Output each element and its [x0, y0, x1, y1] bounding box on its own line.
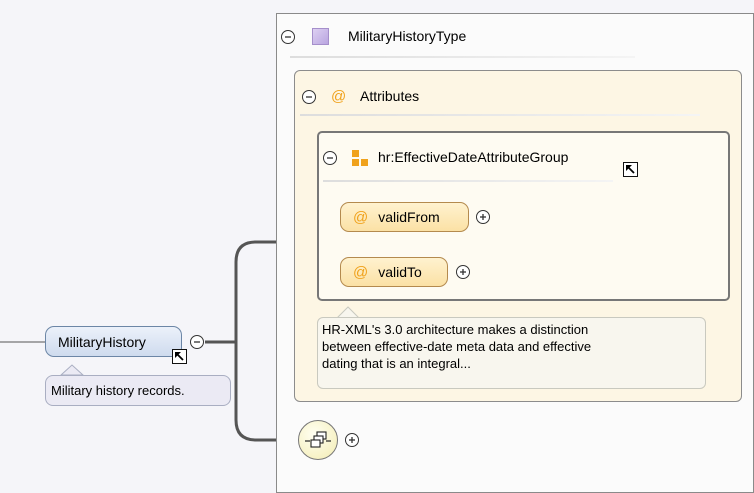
attribute-group-separator — [323, 180, 613, 182]
collapse-element-button[interactable] — [190, 335, 204, 349]
sequence-compositor[interactable] — [298, 420, 338, 460]
plus-icon — [349, 437, 355, 443]
expand-sequence-button[interactable] — [345, 433, 359, 447]
minus-icon — [327, 157, 333, 159]
root-element-name: MilitaryHistory — [58, 333, 146, 350]
collapse-attributes-button[interactable] — [302, 90, 316, 104]
attribute-name: validFrom — [378, 209, 440, 225]
root-element-military-history[interactable]: MilitaryHistory — [45, 326, 182, 357]
link-arrow-icon[interactable] — [172, 349, 187, 364]
minus-icon — [194, 341, 200, 343]
at-sign-icon: @ — [331, 88, 347, 105]
attribute-validto[interactable]: @ validTo — [340, 257, 448, 287]
collapse-attribute-group-button[interactable] — [323, 151, 337, 165]
attribute-name: validTo — [378, 264, 422, 280]
attribute-group-icon — [352, 150, 368, 166]
type-title-separator — [290, 56, 635, 58]
root-element-annotation: Military history records. — [45, 375, 231, 406]
attribute-group-name: hr:EffectiveDateAttributeGroup — [378, 149, 569, 165]
expand-validto-button[interactable] — [456, 265, 470, 279]
link-arrow-icon[interactable] — [623, 162, 638, 177]
attributes-separator — [300, 114, 700, 116]
minus-icon — [306, 96, 312, 98]
sequence-compositor-icon — [305, 431, 331, 448]
attribute-validfrom[interactable]: @ validFrom — [340, 202, 469, 232]
minus-icon — [285, 36, 291, 38]
attributes-label: Attributes — [360, 88, 420, 104]
at-sign-icon: @ — [353, 263, 369, 281]
complex-type-icon — [312, 28, 329, 45]
collapse-type-button[interactable] — [281, 30, 295, 44]
expand-validfrom-button[interactable] — [476, 210, 490, 224]
plus-icon — [480, 214, 486, 220]
arrow-up-left-icon — [626, 165, 635, 174]
type-title: MilitaryHistoryType — [348, 28, 467, 44]
attribute-group-annotation: HR-XML's 3.0 architecture makes a distin… — [317, 317, 706, 389]
arrow-up-left-icon — [175, 352, 184, 361]
at-sign-icon: @ — [353, 208, 369, 226]
plus-icon — [460, 269, 466, 275]
